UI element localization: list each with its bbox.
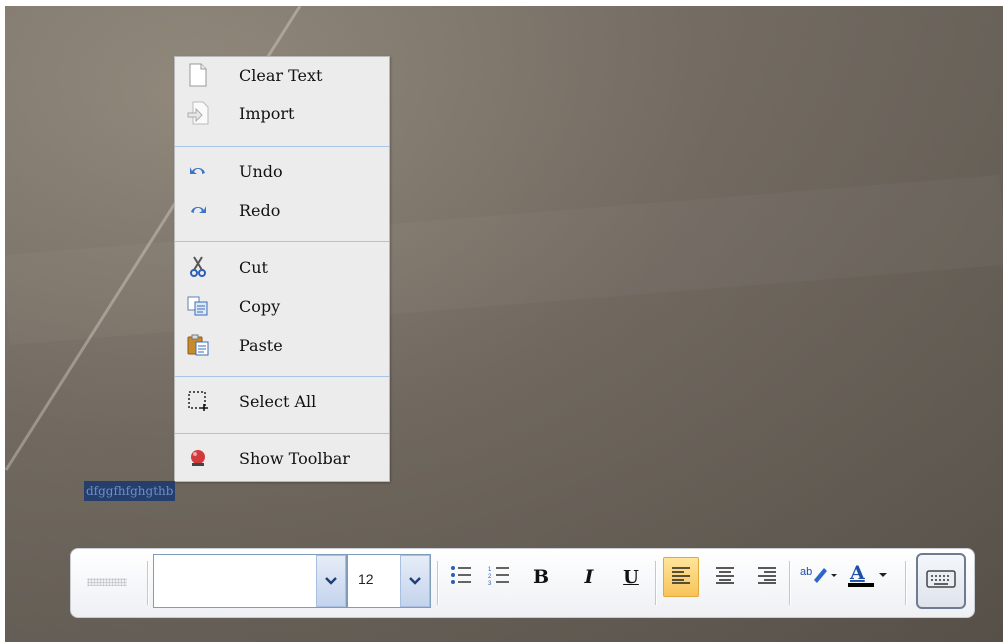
align-right-button[interactable] xyxy=(755,565,779,589)
menu-separator xyxy=(175,433,389,434)
align-left-icon xyxy=(671,566,691,589)
undo-icon xyxy=(187,160,209,182)
menu-separator xyxy=(175,146,389,147)
menu-item-label: Cut xyxy=(239,257,268,277)
formatting-toolbar: 12 123 B I U ab A xyxy=(70,548,975,618)
align-left-button[interactable] xyxy=(663,557,699,597)
menu-item-label: Import xyxy=(239,103,295,123)
bold-label: B xyxy=(532,566,550,588)
numbered-list-icon: 123 xyxy=(488,565,510,590)
context-menu: Clear Text Import Undo Redo Cut Copy Pas… xyxy=(174,56,390,482)
background-streak xyxy=(4,5,302,471)
menu-item-label: Paste xyxy=(239,335,283,355)
bullet-list-button[interactable] xyxy=(449,565,473,589)
font-color-button[interactable]: A xyxy=(845,562,891,589)
menu-separator xyxy=(175,241,389,242)
keyboard-button[interactable] xyxy=(916,553,966,609)
toolbar-separator xyxy=(655,561,656,605)
redo-icon xyxy=(187,199,209,221)
menu-item-redo[interactable]: Redo xyxy=(175,192,389,228)
align-center-icon xyxy=(715,566,735,589)
menu-item-paste[interactable]: Paste xyxy=(175,327,389,363)
italic-button[interactable]: I xyxy=(577,565,601,589)
chevron-down-icon xyxy=(325,572,337,590)
bullet-list-icon xyxy=(450,565,472,590)
window-left-edge xyxy=(0,0,5,642)
keyboard-icon xyxy=(926,569,956,594)
toolbar-grip-handle[interactable] xyxy=(87,578,127,586)
menu-item-label: Clear Text xyxy=(239,65,323,85)
align-center-button[interactable] xyxy=(713,565,737,589)
svg-text:ab: ab xyxy=(800,566,812,578)
copy-icon xyxy=(187,295,209,317)
menu-item-label: Undo xyxy=(239,161,283,181)
svg-text:A: A xyxy=(849,562,865,584)
toolbar-separator xyxy=(789,561,790,605)
bold-button[interactable]: B xyxy=(529,565,553,589)
menu-item-import[interactable]: Import xyxy=(175,95,389,131)
chevron-down-icon xyxy=(409,572,421,590)
menu-item-label: Select All xyxy=(239,391,317,411)
select-all-icon xyxy=(187,390,209,412)
scissors-icon xyxy=(187,256,209,278)
menu-item-copy[interactable]: Copy xyxy=(175,288,389,324)
italic-label: I xyxy=(584,566,594,588)
blank-page-icon xyxy=(187,63,209,87)
highlight-pen-icon: ab xyxy=(800,564,840,591)
underline-label: U xyxy=(623,566,639,588)
menu-item-cut[interactable]: Cut xyxy=(175,249,389,285)
svg-text:1: 1 xyxy=(488,567,492,573)
window-top-edge xyxy=(0,0,1003,6)
svg-text:2: 2 xyxy=(488,574,492,580)
highlight-color-button[interactable]: ab xyxy=(799,565,841,589)
import-icon xyxy=(187,101,209,125)
numbered-list-button[interactable]: 123 xyxy=(487,565,511,589)
font-color-icon: A xyxy=(846,562,890,593)
menu-item-label: Redo xyxy=(239,200,281,220)
menu-item-label: Show Toolbar xyxy=(239,448,350,468)
toolbar-separator xyxy=(437,561,438,605)
svg-text:3: 3 xyxy=(488,581,492,585)
toolbar-separator xyxy=(905,561,906,605)
font-size-value: 12 xyxy=(358,571,374,587)
selected-editor-text[interactable]: dfggfhfghgthb xyxy=(84,481,176,501)
menu-item-clear-text[interactable]: Clear Text xyxy=(175,57,389,93)
menu-item-undo[interactable]: Undo xyxy=(175,153,389,189)
menu-item-label: Copy xyxy=(239,296,281,316)
menu-item-select-all[interactable]: Select All xyxy=(175,383,389,419)
underline-button[interactable]: U xyxy=(619,565,643,589)
menu-separator xyxy=(175,376,389,377)
menu-item-show-toolbar[interactable]: Show Toolbar xyxy=(175,440,389,476)
font-size-dropdown-button[interactable] xyxy=(400,555,430,607)
paste-icon xyxy=(187,334,209,356)
show-toolbar-icon xyxy=(187,447,209,469)
align-right-icon xyxy=(757,566,777,589)
toolbar-separator xyxy=(147,561,148,605)
font-name-dropdown-button[interactable] xyxy=(316,555,346,607)
